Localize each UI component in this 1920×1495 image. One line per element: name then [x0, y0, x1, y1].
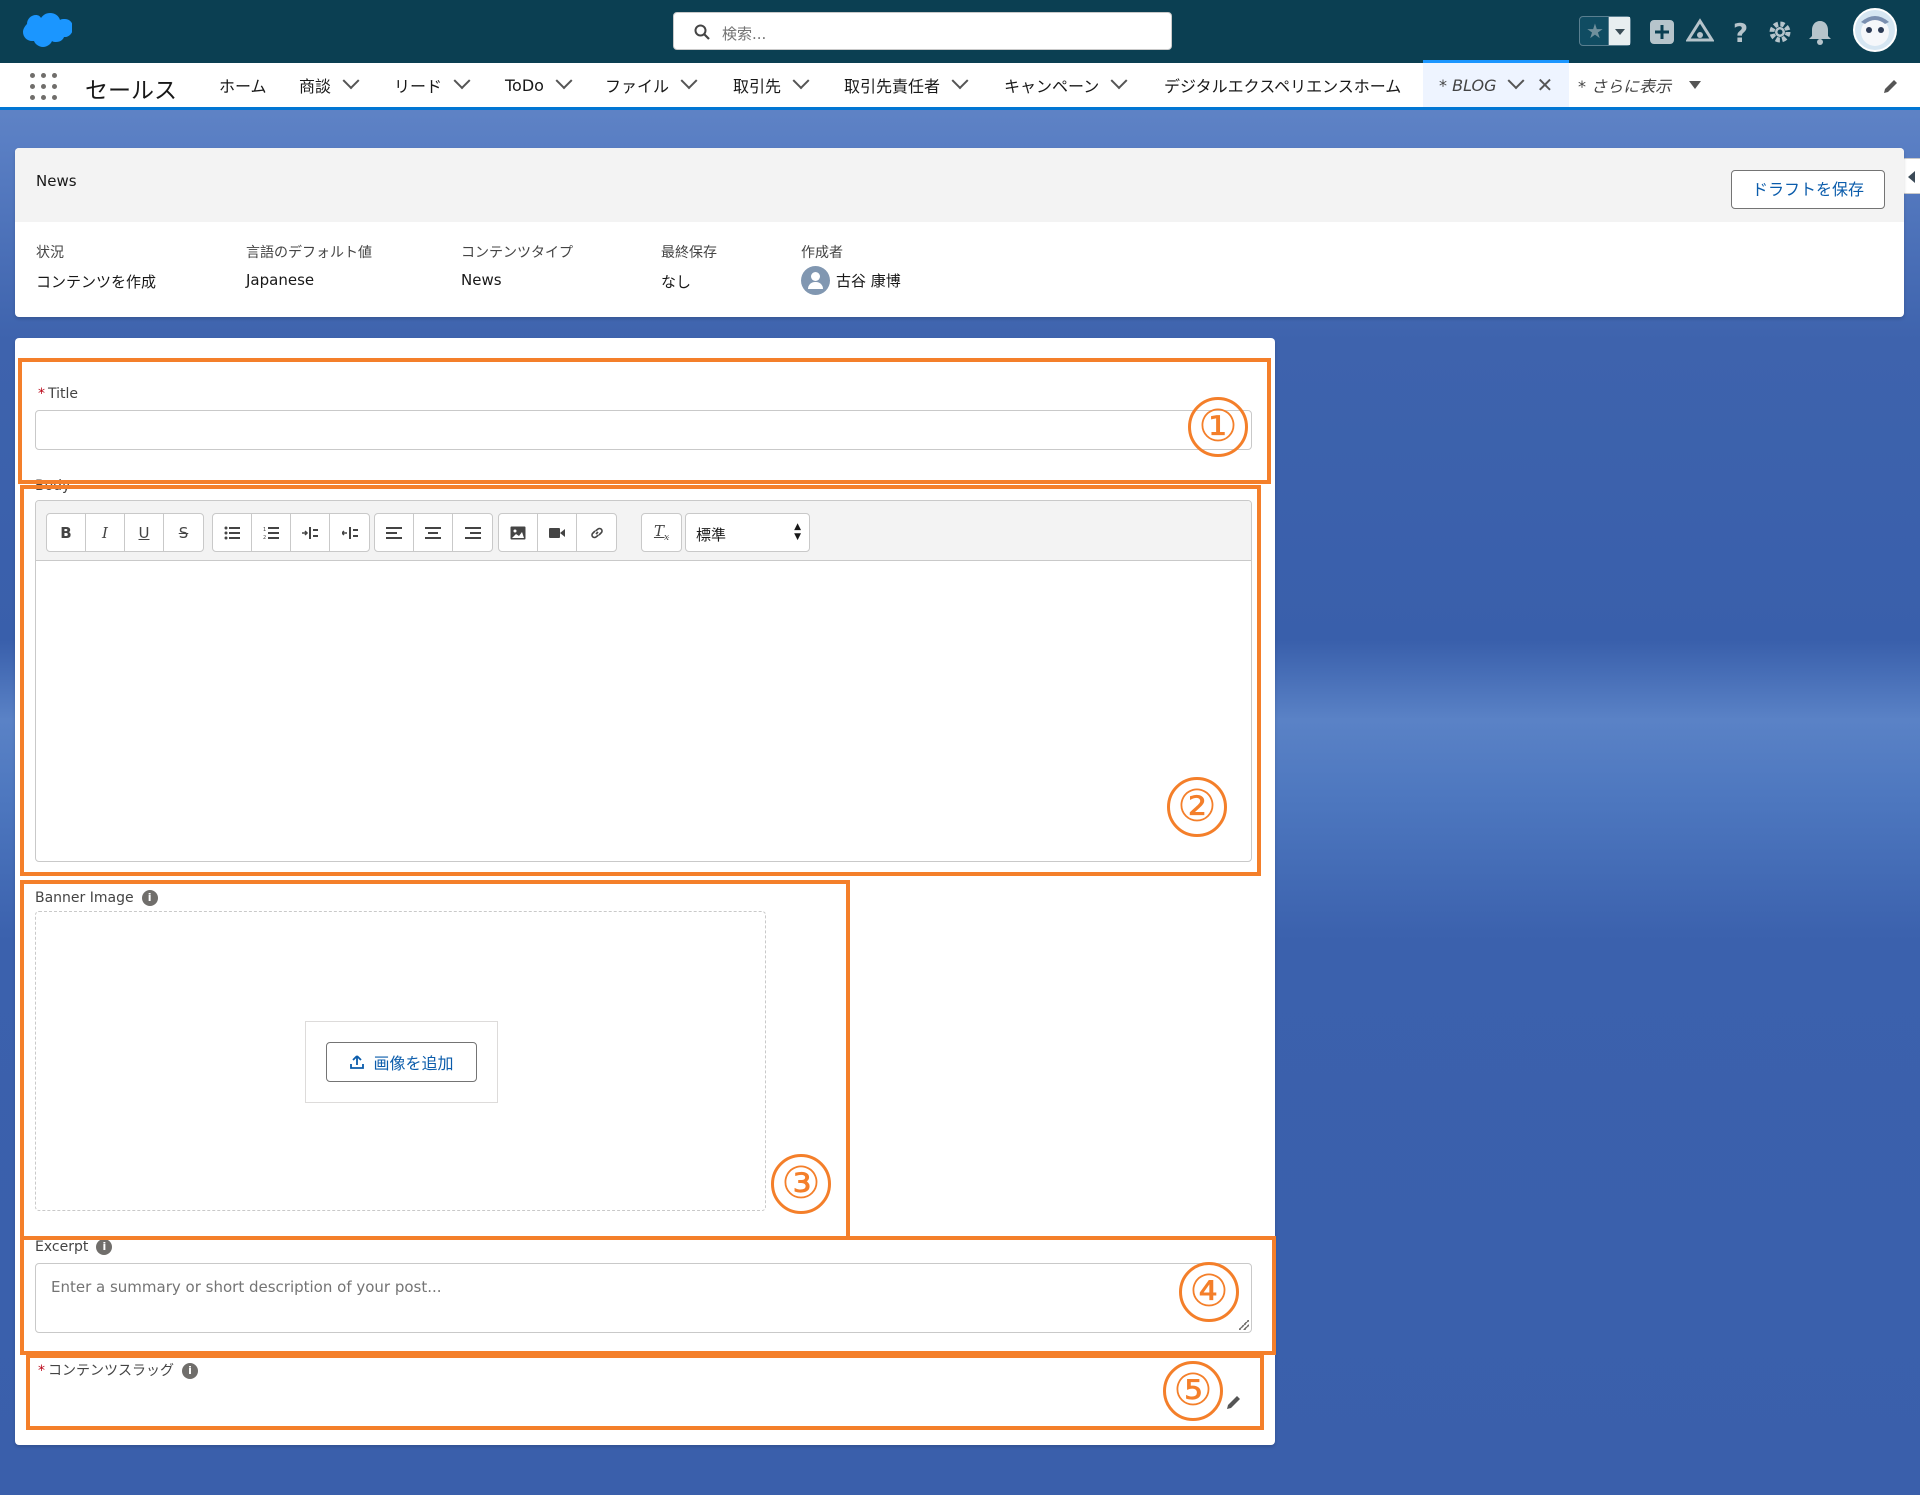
tab-label: 取引先責任者: [844, 77, 941, 96]
search-placeholder: 検索...: [722, 25, 767, 43]
chevron-down-icon[interactable]: [951, 72, 969, 90]
user-icon: [801, 266, 830, 295]
field-label: 最終保存: [661, 245, 717, 261]
caret-down-icon[interactable]: [1689, 81, 1702, 89]
annotation-box-2: [20, 485, 1261, 876]
annotation-number-2: ②: [1167, 777, 1227, 837]
setup-gear-icon[interactable]: [1766, 18, 1794, 46]
salesforce-logo[interactable]: [20, 12, 72, 50]
svg-text:?: ?: [1733, 19, 1748, 46]
close-tab-icon[interactable]: ✕: [1536, 73, 1553, 97]
save-draft-button[interactable]: ドラフトを保存: [1730, 170, 1885, 209]
global-header: 検索... ★ ?: [0, 0, 1920, 63]
chevron-down-icon[interactable]: [342, 72, 360, 90]
annotation-box-3: [20, 880, 850, 1240]
tab-accounts[interactable]: 取引先: [733, 63, 810, 107]
tab-label: 商談: [299, 77, 332, 96]
tab-leads[interactable]: リード: [394, 63, 471, 107]
user-avatar[interactable]: [1853, 8, 1897, 52]
field-label: 作成者: [801, 245, 843, 261]
app-launcher-icon[interactable]: [30, 73, 58, 101]
field-label: コンテンツタイプ: [461, 245, 573, 261]
field-status: 状況 コンテンツを作成: [36, 242, 156, 292]
chevron-down-icon[interactable]: [453, 72, 471, 90]
field-value: コンテンツを作成: [36, 273, 157, 291]
tab-label: ホーム: [219, 77, 267, 96]
field-value: Japanese: [246, 271, 315, 289]
tab-label: ファイル: [605, 77, 670, 96]
more-label: * さらに表示: [1578, 77, 1672, 96]
chevron-down-icon[interactable]: [792, 72, 810, 90]
edit-nav-pencil-icon[interactable]: [1882, 77, 1900, 95]
tab-label: リード: [394, 77, 443, 96]
tab-label: キャンペーン: [1004, 77, 1100, 96]
record-header: News ドラフトを保存 状況 コンテンツを作成 言語のデフォルト値 Japan…: [15, 148, 1904, 317]
record-header-top: News ドラフトを保存: [15, 148, 1904, 222]
trailhead-icon[interactable]: [1686, 18, 1714, 46]
annotation-number-5: ⑤: [1163, 1361, 1223, 1421]
favorites-dropdown-icon[interactable]: [1608, 17, 1630, 45]
global-search[interactable]: 検索...: [673, 12, 1172, 50]
tab-campaigns[interactable]: キャンペーン: [1004, 63, 1128, 107]
field-value: 古谷 康博: [836, 272, 901, 290]
tab-contacts[interactable]: 取引先責任者: [844, 63, 969, 107]
app-navigation: セールス ホーム 商談 リード ToDo ファイル 取引先 取引先責任者 キャン…: [0, 60, 1920, 110]
tab-todo[interactable]: ToDo: [505, 63, 573, 107]
field-label: 言語のデフォルト値: [246, 245, 372, 261]
favorites-star-icon[interactable]: ★: [1580, 17, 1610, 45]
more-tabs-menu[interactable]: * さらに表示: [1578, 63, 1702, 107]
field-content-type: コンテンツタイプ News: [461, 242, 573, 289]
chevron-down-icon[interactable]: [1507, 72, 1525, 90]
record-title: News: [36, 172, 77, 190]
field-label: 状況: [36, 245, 64, 261]
field-value: News: [461, 271, 502, 289]
search-icon: [694, 24, 710, 40]
app-name: セールス: [85, 78, 177, 104]
field-value: なし: [661, 273, 692, 291]
help-icon[interactable]: ?: [1726, 18, 1754, 46]
tab-blog[interactable]: * BLOG ✕: [1423, 60, 1570, 107]
favorites-button[interactable]: ★: [1579, 16, 1631, 46]
notifications-bell-icon[interactable]: [1806, 18, 1834, 46]
add-icon[interactable]: [1648, 18, 1676, 46]
tab-home[interactable]: ホーム: [219, 63, 267, 107]
tab-label: 取引先: [733, 77, 782, 96]
tab-digital-experience-home[interactable]: デジタルエクスペリエンスホーム: [1164, 63, 1401, 107]
field-created-by: 作成者 古谷 康博: [801, 242, 901, 295]
field-last-saved: 最終保存 なし: [661, 242, 717, 292]
tab-opportunities[interactable]: 商談: [299, 63, 360, 107]
tab-files[interactable]: ファイル: [605, 63, 698, 107]
avatar-icon: [1861, 16, 1889, 46]
annotation-box-1: [18, 358, 1271, 484]
chevron-down-icon[interactable]: [555, 72, 573, 90]
tab-label: デジタルエクスペリエンスホーム: [1164, 77, 1402, 96]
annotation-number-1: ①: [1188, 397, 1248, 457]
annotation-box-4: [20, 1236, 1276, 1355]
chevron-down-icon[interactable]: [1110, 72, 1128, 90]
annotation-box-5: [26, 1354, 1264, 1430]
annotation-number-4: ④: [1179, 1262, 1239, 1322]
chevron-down-icon[interactable]: [680, 72, 698, 90]
tab-label: ToDo: [505, 75, 544, 95]
tab-label: * BLOG: [1439, 75, 1497, 95]
owner-link[interactable]: 古谷 康博: [801, 266, 901, 295]
annotation-number-3: ③: [771, 1154, 831, 1214]
field-default-language: 言語のデフォルト値 Japanese: [246, 242, 372, 289]
